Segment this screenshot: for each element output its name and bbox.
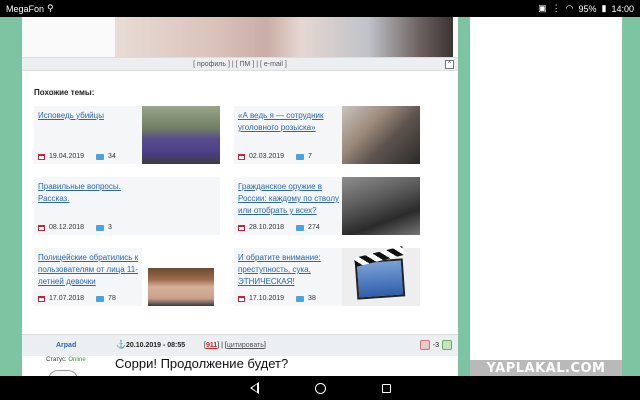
email-link[interactable]: e-mail — [264, 61, 283, 68]
recent-apps-icon[interactable] — [381, 383, 391, 393]
similar-topic-link[interactable]: Гражданское оружие в России: каждому по … — [238, 181, 350, 217]
topic-thumbnail[interactable] — [142, 248, 220, 306]
calendar-icon — [238, 295, 245, 302]
home-icon[interactable] — [314, 382, 326, 394]
comment-datetime: 20.10.2019 - 08:55 — [126, 342, 186, 349]
post-image[interactable] — [115, 17, 453, 57]
rating-value: -3 — [432, 341, 439, 349]
topic-date: 08.12.2018 — [49, 224, 85, 231]
battery-percent: 95% — [578, 3, 597, 14]
status-bar: MegaFon ⚲ ▣ ⋮ ◠ 95% ▮ 14:00 — [0, 0, 640, 17]
comments-icon — [96, 224, 105, 231]
topic-meta: 28.10.2018 274 — [238, 224, 320, 231]
topic-comment-count: 7 — [308, 153, 312, 160]
topic-date: 28.10.2018 — [249, 224, 285, 231]
similar-topic-link[interactable]: Исповедь убийцы — [38, 110, 150, 122]
topic-date: 19.04.2019 — [49, 153, 85, 160]
topic-thumbnail[interactable] — [342, 177, 420, 235]
quote-link[interactable]: цитировать — [227, 342, 264, 349]
topic-comment-count: 3 — [108, 224, 112, 231]
similar-topics: Похожие темы: Исповедь убийцы 19.04.2019… — [22, 72, 458, 326]
post-footer-links: [ профиль ] | [ ПМ ] | [ e-mail ] ^ — [22, 57, 458, 71]
calendar-icon — [238, 153, 245, 160]
calendar-icon — [38, 153, 45, 160]
topic-comment-count: 78 — [108, 295, 116, 302]
vibrate-icon: ⋮ — [551, 3, 561, 13]
calendar-icon — [38, 295, 45, 302]
comments-icon — [296, 295, 305, 302]
topic-meta: 19.04.2019 34 — [38, 153, 116, 160]
status-value: Online — [68, 357, 86, 363]
similar-topic-link[interactable]: «А ведь я — сотрудник уголовного розыска… — [238, 110, 350, 134]
topic-thumbnail[interactable] — [342, 246, 420, 306]
comment-rating: -3 — [419, 340, 452, 350]
anchor-icon[interactable]: ⚓ — [116, 340, 126, 349]
author-status: Статус: Online — [46, 357, 86, 363]
comment-number[interactable]: 911 — [206, 342, 217, 349]
similar-topic-card[interactable]: Правильные вопросы. Рассказ. 08.12.2018 … — [34, 177, 220, 235]
topic-date: 17.10.2019 — [249, 295, 285, 302]
calendar-icon — [238, 224, 245, 231]
wifi-icon: ◠ — [565, 3, 574, 13]
comment-header: Arpad ⚓ 20.10.2019 - 08:55 [911] | [цити… — [22, 334, 458, 356]
girl-photo — [148, 268, 214, 306]
comments-icon — [296, 224, 305, 231]
comments-icon — [296, 153, 305, 160]
profile-link[interactable]: профиль — [197, 61, 226, 68]
topic-comment-count: 38 — [308, 295, 316, 302]
pm-link[interactable]: ПМ — [240, 61, 251, 68]
vote-down-button[interactable] — [419, 340, 430, 350]
similar-topic-card[interactable]: Исповедь убийцы 19.04.2019 34 — [34, 106, 220, 164]
topic-thumbnail[interactable] — [342, 106, 420, 164]
similar-topic-card[interactable]: И обратите внимание: преступность, сука,… — [234, 246, 420, 306]
clock: 14:00 — [611, 3, 634, 14]
comment-actions: [911] | [цитировать] — [204, 342, 266, 349]
scroll-top-button[interactable]: ^ — [445, 60, 454, 69]
comments-icon — [96, 153, 105, 160]
topic-thumbnail[interactable] — [142, 106, 220, 164]
topic-comment-count: 274 — [308, 224, 320, 231]
battery-icon: ▮ — [601, 3, 607, 13]
similar-topic-card[interactable]: Гражданское оружие в России: каждому по … — [234, 177, 420, 235]
carrier-name: MegaFon — [6, 3, 45, 14]
comment-author[interactable]: Arpad — [56, 342, 76, 349]
thumbnail-caption-text — [144, 249, 218, 269]
topic-meta: 17.10.2019 38 — [238, 295, 316, 302]
similar-topic-card[interactable]: «А ведь я — сотрудник уголовного розыска… — [234, 106, 420, 164]
topic-meta: 08.12.2018 3 — [38, 224, 112, 231]
similar-topic-link[interactable]: Полицейские обратились к пользователям о… — [38, 252, 150, 288]
similar-topics-title: Похожие темы: — [34, 88, 95, 97]
topic-date: 02.03.2019 — [249, 153, 285, 160]
topic-comment-count: 34 — [108, 153, 116, 160]
calendar-icon — [38, 224, 45, 231]
comments-icon — [96, 295, 105, 302]
status-label: Статус: — [46, 357, 67, 363]
topic-date: 17.07.2018 — [49, 295, 85, 302]
similar-topic-card[interactable]: Полицейские обратились к пользователям о… — [34, 248, 220, 306]
vote-up-button[interactable] — [442, 340, 452, 350]
search-icon: ⚲ — [47, 3, 54, 13]
right-panel — [470, 17, 622, 376]
similar-topic-link[interactable]: Правильные вопросы. Рассказ. — [38, 181, 150, 205]
back-icon[interactable] — [249, 382, 259, 394]
comment-text: Сорри! Продолжение будет? — [115, 356, 289, 371]
similar-topic-link[interactable]: И обратите внимание: преступность, сука,… — [238, 252, 350, 288]
topic-meta: 17.07.2018 78 — [38, 295, 116, 302]
navigation-bar — [0, 376, 640, 400]
topic-meta: 02.03.2019 7 — [238, 153, 312, 160]
notification-icon: ▣ — [538, 3, 547, 13]
